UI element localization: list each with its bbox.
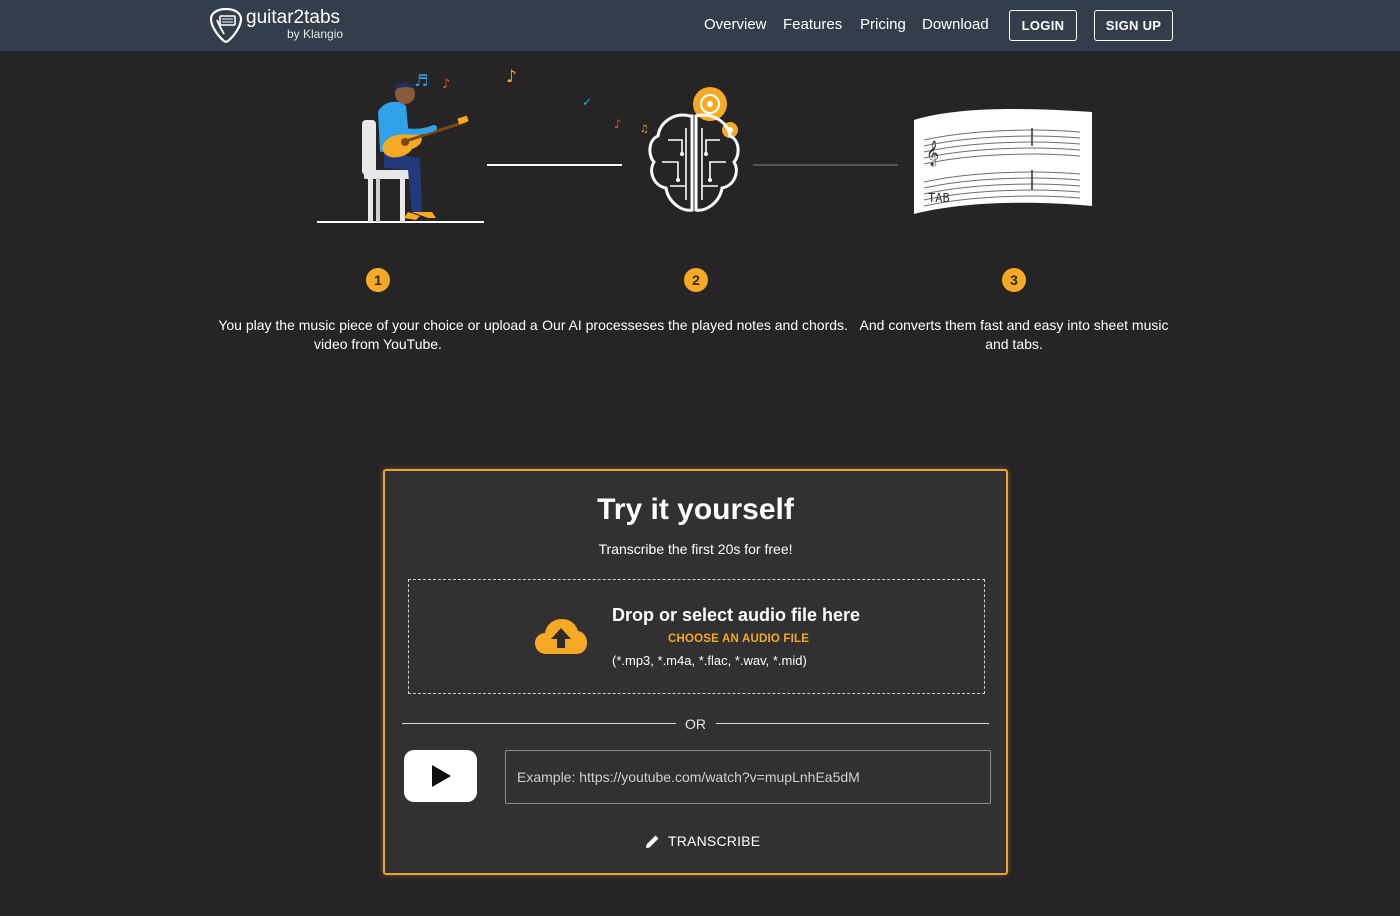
ai-brain-illustration: ✓ ♪ ♫: [582, 87, 740, 212]
card-subtitle: Transcribe the first 20s for free!: [598, 541, 793, 557]
svg-text:♬: ♬: [414, 71, 428, 90]
signup-button[interactable]: SIGN UP: [1094, 10, 1173, 41]
svg-text:♫: ♫: [640, 124, 649, 135]
navbar: guitar2tabs by Klangio Overview Features…: [0, 0, 1400, 51]
audio-dropzone[interactable]: Drop or select audio file here CHOOSE AN…: [408, 579, 985, 694]
svg-text:TAB: TAB: [928, 191, 950, 205]
divider-right: [716, 723, 989, 724]
upload-cloud-icon: [535, 619, 587, 654]
guitar-pick-logo-icon: [209, 7, 243, 43]
transcribe-button[interactable]: TRANSCRIBE: [633, 827, 772, 855]
connector-line: [753, 164, 898, 166]
step-badge-1: 1: [366, 268, 390, 292]
login-button[interactable]: LOGIN: [1009, 10, 1077, 41]
card-title: Try it yourself: [597, 493, 794, 526]
step-text-1: You play the music piece of your choice …: [218, 317, 538, 352]
or-label: OR: [685, 716, 706, 732]
svg-text:♪: ♪: [506, 67, 517, 87]
guitar-player-illustration: ♬ ♪ ♪: [317, 67, 517, 223]
step-badge-3: 3: [1002, 268, 1026, 292]
brand-name: guitar2tabs: [246, 7, 341, 28]
step-text-3: And converts them fast and easy into she…: [859, 317, 1169, 352]
nav-download[interactable]: Download: [922, 16, 989, 33]
youtube-play-icon: [431, 765, 451, 787]
brand-byline: by Klangio: [287, 27, 344, 41]
nav-overview[interactable]: Overview: [704, 16, 767, 33]
divider-left: [402, 723, 676, 724]
transcribe-label: TRANSCRIBE: [668, 833, 761, 849]
supported-formats: (*.mp3, *.m4a, *.flac, *.wav, *.mid): [612, 653, 807, 668]
drop-title: Drop or select audio file here: [612, 605, 861, 625]
try-it-card: Try it yourself Transcribe the first 20s…: [383, 469, 1008, 875]
youtube-url-input[interactable]: [505, 750, 991, 804]
nav-features[interactable]: Features: [783, 16, 842, 33]
step-badge-2: 2: [684, 268, 708, 292]
svg-text:𝄞: 𝄞: [926, 140, 939, 166]
pencil-icon: [646, 835, 659, 848]
youtube-button[interactable]: [404, 750, 477, 802]
svg-text:♪: ♪: [442, 77, 450, 92]
nav-pricing[interactable]: Pricing: [860, 16, 906, 33]
sheet-music-illustration: 𝄞 TAB: [914, 109, 1092, 214]
brand-logo[interactable]: guitar2tabs by Klangio: [208, 7, 343, 45]
svg-text:✓: ✓: [582, 95, 592, 109]
svg-text:♪: ♪: [614, 117, 622, 131]
step-text-2: Our AI processeses the played notes and …: [542, 317, 848, 333]
choose-audio-file-link[interactable]: CHOOSE AN AUDIO FILE: [668, 633, 809, 645]
